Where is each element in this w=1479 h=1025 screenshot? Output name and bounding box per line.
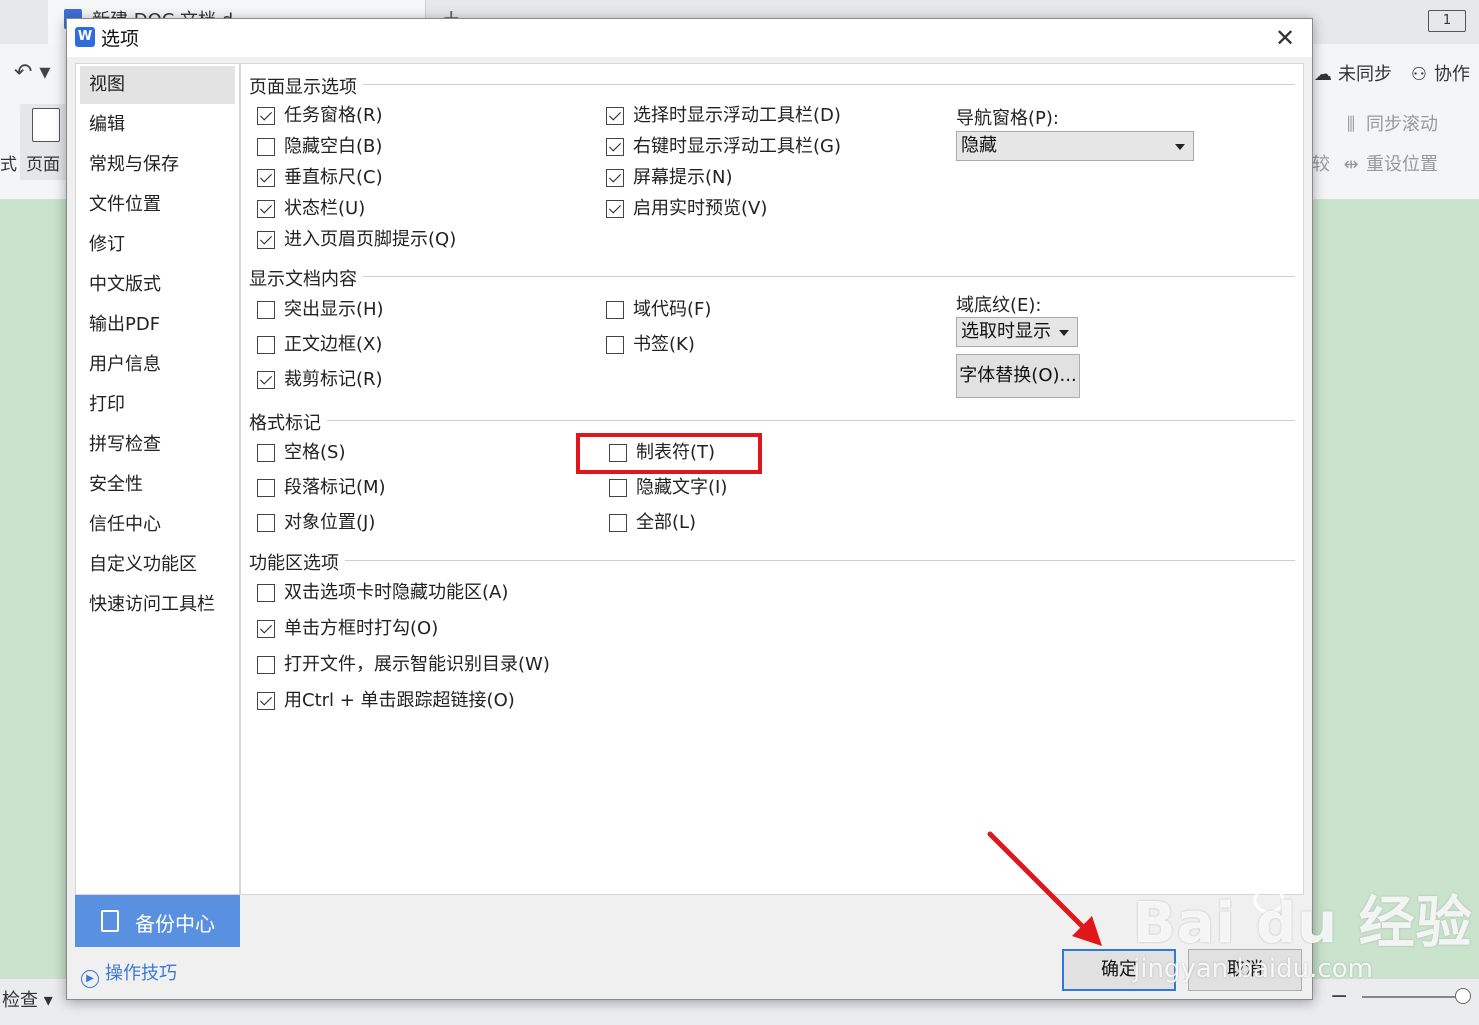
page-button-label: 页面 [26,155,60,175]
nav-pane-label: 导航窗格(P): [956,108,1059,129]
tips-link[interactable]: ▶ 操作技巧 [81,959,177,988]
chevron-down-icon [1059,330,1069,336]
chevron-down-icon [1175,144,1185,150]
checkbox[interactable] [257,514,275,532]
sidebar-item-view[interactable]: 视图 [80,66,235,104]
checkbox[interactable] [257,656,275,674]
nav-pane-select[interactable]: 隐藏 [956,131,1194,161]
checkbox[interactable] [257,107,275,125]
sidebar-item-edit[interactable]: 编辑 [76,106,239,144]
backup-center-label: 备份中心 [135,912,215,936]
checkbox[interactable] [257,692,275,710]
collab-button[interactable]: ⚇ 协作 [1408,60,1470,86]
checkbox[interactable] [609,514,627,532]
field-shading-select[interactable]: 选取时显示 [956,317,1078,347]
checkbox[interactable] [609,479,627,497]
zoom-out-icon[interactable]: − [1330,984,1348,1009]
dialog-titlebar[interactable]: W 选项 ✕ [67,19,1312,57]
zoom-slider-knob[interactable] [1455,988,1471,1004]
zoom-slider-track[interactable] [1362,996,1462,998]
page-indicator[interactable]: 1 [1428,10,1466,32]
page-icon [32,108,60,142]
section-title-page-display: 页面显示选项 [249,73,363,99]
watermark-main-text: Bai du 经验 [1133,891,1473,956]
section-title-ribbon: 功能区选项 [249,549,345,575]
options-sidebar: 视图 编辑 常规与保存 文件位置 修订 中文版式 输出PDF 用户信息 打印 拼… [75,63,240,895]
sidebar-item-security[interactable]: 安全性 [76,466,239,504]
toolbar-fragment-left: 式 [0,155,17,175]
checkbox[interactable] [606,301,624,319]
options-content-panel: 页面显示选项 任务窗格(R) 隐藏空白(B) 垂直标尺(C) 状态栏(U) 进入… [240,63,1304,895]
reset-position-icon: ⇹ [1343,154,1359,175]
checkbox[interactable] [257,169,275,187]
sidebar-item-file-location[interactable]: 文件位置 [76,186,239,224]
section-divider [249,420,1295,421]
backup-icon [101,910,119,932]
close-icon[interactable]: ✕ [1270,23,1300,53]
checkbox[interactable] [257,231,275,249]
checkbox[interactable] [257,479,275,497]
checkbox[interactable] [257,336,275,354]
red-arrow-annotation [987,831,1102,946]
checkbox[interactable] [257,200,275,218]
section-divider [249,84,1295,85]
section-title-format-marks: 格式标记 [249,409,327,435]
checkbox[interactable] [257,584,275,602]
options-dialog: W 选项 ✕ 视图 编辑 常规与保存 文件位置 修订 中文版式 输出PDF 用户… [66,18,1313,1000]
sync-scroll-icon: ⫼ [1346,114,1356,135]
section-divider [249,560,1295,561]
checkbox[interactable] [257,301,275,319]
user-collab-icon: ⚇ [1410,64,1428,85]
checkbox[interactable] [257,371,275,389]
compare-fragment: 较 [1312,154,1330,175]
sidebar-item-quick-access[interactable]: 快速访问工具栏 [76,586,239,624]
font-substitution-button[interactable]: 字体替换(O)... [956,354,1080,398]
checkbox[interactable] [257,444,275,462]
page-button[interactable]: 页面 [20,104,72,180]
dialog-title: 选项 [101,28,140,50]
checkbox[interactable] [606,169,624,187]
sidebar-item-trust-center[interactable]: 信任中心 [76,506,239,544]
highlight-box-annotation [576,433,762,474]
section-divider [249,276,1295,277]
sidebar-item-revision[interactable]: 修订 [76,226,239,264]
unsynced-status[interactable]: ☁ 未同步 [1312,60,1392,86]
watermark-sub-text: jingyan.baidu.com [1133,954,1373,984]
section-title-doc-content: 显示文档内容 [249,265,363,291]
checkbox[interactable] [606,138,624,156]
sidebar-item-user-info[interactable]: 用户信息 [76,346,239,384]
sync-scroll-button[interactable]: ⫼ 同步滚动 [1340,110,1438,136]
checkbox[interactable] [606,336,624,354]
undo-icon[interactable]: ↶ ▾ [14,60,50,85]
sidebar-item-print[interactable]: 打印 [76,386,239,424]
play-circle-icon: ▶ [81,970,99,988]
sidebar-item-export-pdf[interactable]: 输出PDF [76,306,239,344]
status-check-button[interactable]: 检查 ▾ [2,986,53,1012]
cloud-sync-icon: ☁ [1314,64,1332,85]
sidebar-item-custom-ribbon[interactable]: 自定义功能区 [76,546,239,584]
sidebar-item-spell-check[interactable]: 拼写检查 [76,426,239,464]
sidebar-item-general-save[interactable]: 常规与保存 [76,146,239,184]
checkbox[interactable] [257,620,275,638]
checkbox[interactable] [257,138,275,156]
sidebar-item-chinese-layout[interactable]: 中文版式 [76,266,239,304]
field-shading-label: 域底纹(E): [956,295,1042,316]
reset-position-button[interactable]: ⇹ 重设位置 [1340,150,1438,176]
checkbox[interactable] [606,107,624,125]
wps-logo-icon: W [75,27,95,47]
backup-center-button[interactable]: 备份中心 [75,895,240,947]
checkbox[interactable] [606,200,624,218]
